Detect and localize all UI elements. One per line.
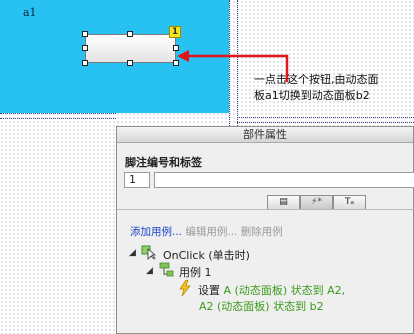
action-detail-line2: A2 (动态面板) 状态到 b2 xyxy=(199,300,324,313)
delete-case-link[interactable]: 删除用例 xyxy=(241,226,283,238)
panel-title: 部件属性 xyxy=(117,127,413,143)
expand-triangle-icon[interactable]: ◢ xyxy=(146,266,153,276)
format-tab[interactable]: Tₐ xyxy=(333,195,366,210)
action-detail: A (动态面板) 状态到 A2, xyxy=(223,284,346,297)
callout-line: 板a1切换到动态面板b2 xyxy=(254,89,370,102)
edit-case-link[interactable]: 编辑用例... xyxy=(185,226,237,238)
interaction-icon: ⚡* xyxy=(311,197,322,207)
tab-divider xyxy=(117,209,414,210)
footnote-section-title: 脚注编号和标签 xyxy=(125,156,202,169)
notes-icon: ▤ xyxy=(279,197,288,207)
expand-triangle-icon[interactable]: ◢ xyxy=(129,248,136,258)
widget-properties-panel: 部件属性 脚注编号和标签 1 ▤ ⚡* Tₐ 添加用例... 编辑用例... 删… xyxy=(116,126,414,334)
footnote-label-field[interactable] xyxy=(154,172,414,188)
notes-tab[interactable]: ▤ xyxy=(267,195,300,210)
callout-line: 一点击这个按钮,由动态面 xyxy=(254,73,379,86)
interactions-tab[interactable]: ⚡* xyxy=(300,195,333,210)
case-icon xyxy=(159,262,174,277)
onclick-event-icon xyxy=(141,245,157,260)
event-onclick[interactable]: OnClick (单击时) xyxy=(163,247,250,263)
case-1[interactable]: 用例 1 xyxy=(179,264,212,280)
case-action-bar: 添加用例... 编辑用例... 删除用例 xyxy=(130,224,283,239)
action-set-panel-state[interactable]: 设置 A (动态面板) 状态到 A2, xyxy=(198,282,345,298)
format-icon: Tₐ xyxy=(344,197,355,207)
action-prefix: 设置 xyxy=(198,284,220,297)
action-lightning-icon xyxy=(179,280,191,296)
annotation-callout: 一点击这个按钮,由动态面 板a1切换到动态面板b2 xyxy=(254,72,414,104)
add-case-link[interactable]: 添加用例... xyxy=(130,226,182,238)
footnote-number-field[interactable]: 1 xyxy=(124,172,150,188)
